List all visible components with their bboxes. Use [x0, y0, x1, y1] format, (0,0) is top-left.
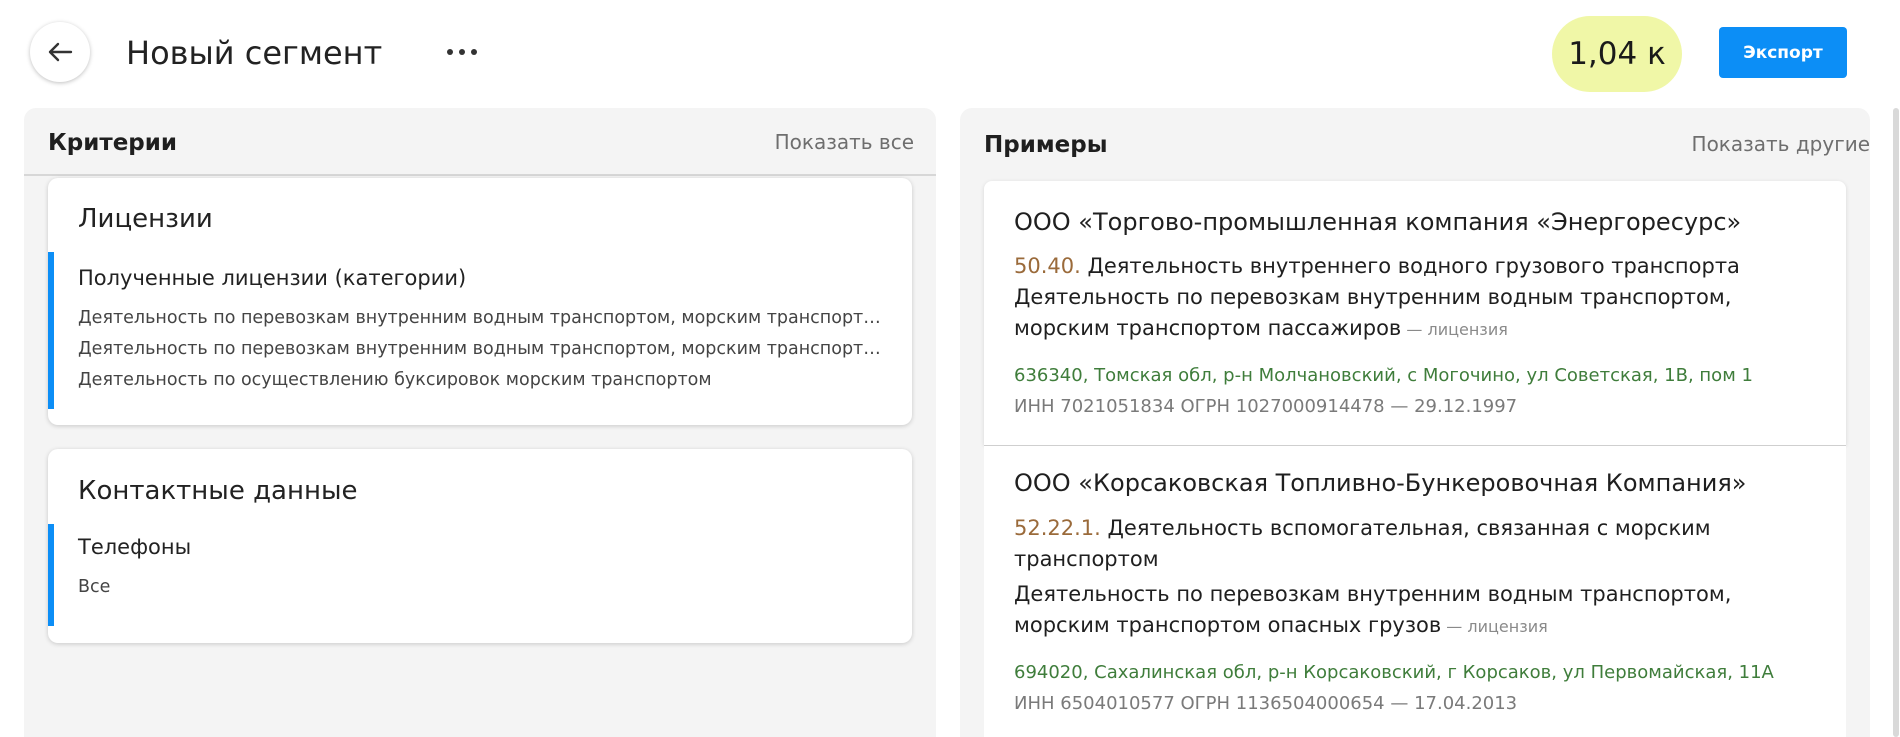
- okved-code: 50.40.: [1014, 254, 1081, 278]
- contacts-card[interactable]: Контактные данные Телефоны Все: [48, 449, 912, 643]
- show-all-link[interactable]: Показать все: [775, 130, 914, 154]
- license-tag: — лицензия: [1401, 320, 1508, 339]
- company-name: ООО «Торгово-промышленная компания «Энер…: [1014, 208, 1742, 236]
- license-line: Деятельность по перевозкам внутренним во…: [1014, 582, 1732, 606]
- example-company-card[interactable]: ООО «Корсаковская Топливно-Бункеровочная…: [984, 446, 1846, 737]
- more-options-button[interactable]: [440, 36, 484, 68]
- license-line-text: морским транспортом пассажиров: [1014, 316, 1402, 340]
- okved-line: 50.40. Деятельность внутреннего водного …: [1014, 254, 1814, 278]
- back-button[interactable]: [30, 22, 90, 82]
- criteria-divider: [24, 174, 936, 176]
- criteria-panel: Критерии Показать все Лицензии Полученны…: [24, 108, 936, 737]
- show-other-link[interactable]: Показать другие: [1692, 132, 1870, 156]
- okved-text: Деятельность вспомогательная, связанная …: [1100, 516, 1711, 540]
- company-name: ООО «Корсаковская Топливно-Бункеровочная…: [1014, 469, 1747, 497]
- license-line: морским транспортом пассажиров — лицензи…: [1014, 316, 1814, 340]
- more-dots-icon: [447, 49, 477, 55]
- licenses-accent-bar: [48, 252, 54, 409]
- license-line: морским транспортом опасных грузов — лиц…: [1014, 613, 1814, 637]
- examples-panel-header: Примеры Показать другие: [960, 108, 1870, 174]
- licenses-criterion-name: Полученные лицензии (категории): [78, 266, 467, 290]
- license-value: Деятельность по осуществлению буксировок…: [78, 370, 712, 390]
- segment-count-badge: 1,04 к: [1552, 16, 1682, 92]
- okved-code: 52.22.1.: [1014, 516, 1101, 540]
- page-scrollbar[interactable]: [1893, 108, 1899, 737]
- examples-panel: Примеры Показать другие ООО «Торгово-про…: [960, 108, 1870, 737]
- phones-criterion-name: Телефоны: [78, 535, 192, 559]
- license-value: Деятельность по перевозкам внутренним во…: [78, 339, 888, 359]
- arrow-left-icon: [48, 42, 73, 62]
- page-title: Новый сегмент: [126, 34, 383, 72]
- licenses-card-title: Лицензии: [78, 204, 213, 234]
- license-line: Деятельность по перевозкам внутренним во…: [1014, 285, 1732, 309]
- okved-text: Деятельность внутреннего водного грузово…: [1080, 254, 1740, 278]
- contacts-accent-bar: [48, 524, 54, 626]
- examples-title: Примеры: [984, 132, 1108, 158]
- company-registration: ИНН 7021051834 ОГРН 1027000914478 — 29.1…: [1014, 396, 1518, 417]
- okved-line-continued: транспортом: [1014, 547, 1159, 571]
- license-line-text: морским транспортом опасных грузов: [1014, 613, 1442, 637]
- criteria-title: Критерии: [48, 130, 178, 156]
- criteria-panel-header: Критерии Показать все: [24, 108, 936, 174]
- license-tag: — лицензия: [1441, 617, 1548, 636]
- company-address: 636340, Томская обл, р-н Молчановский, с…: [1014, 365, 1753, 386]
- company-registration: ИНН 6504010577 ОГРН 1136504000654 — 17.0…: [1014, 693, 1518, 714]
- contacts-card-title: Контактные данные: [78, 476, 358, 506]
- licenses-card[interactable]: Лицензии Полученные лицензии (категории)…: [48, 178, 912, 425]
- top-bar: Новый сегмент 1,04 к Экспорт: [0, 0, 1900, 108]
- okved-line: 52.22.1. Деятельность вспомогательная, с…: [1014, 516, 1814, 540]
- example-company-card[interactable]: ООО «Торгово-промышленная компания «Энер…: [984, 181, 1846, 445]
- export-button[interactable]: Экспорт: [1719, 27, 1847, 78]
- license-value: Деятельность по перевозкам внутренним во…: [78, 308, 888, 328]
- company-address: 694020, Сахалинская обл, р-н Корсаковски…: [1014, 662, 1774, 683]
- phones-criterion-value: Все: [78, 577, 111, 597]
